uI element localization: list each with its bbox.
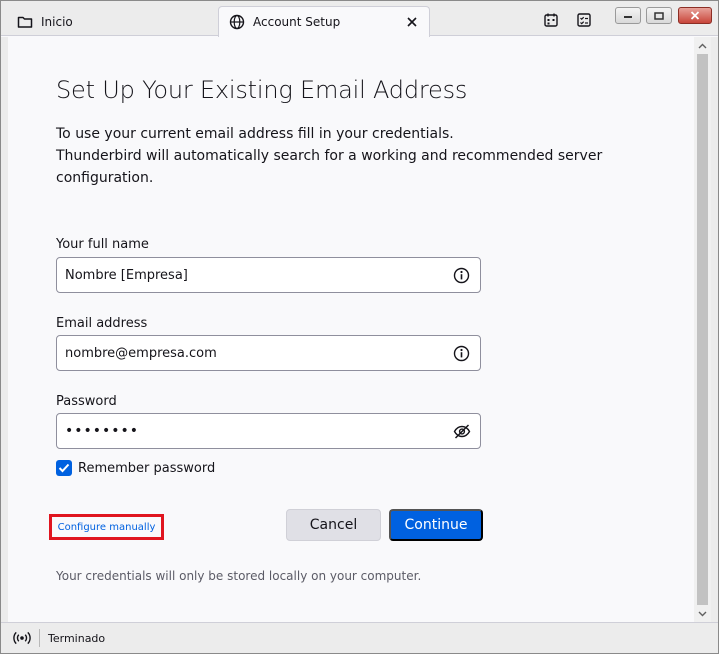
intro-line: To use your current email address fill i…: [56, 126, 454, 142]
password-label: Password: [56, 394, 117, 409]
page-title: Set Up Your Existing Email Address: [56, 76, 468, 104]
window-frame-right: [711, 37, 718, 622]
folder-icon: [17, 14, 33, 30]
close-tab-icon[interactable]: [405, 15, 419, 29]
configure-manually-link[interactable]: Configure manually: [49, 514, 164, 540]
tab-inicio[interactable]: Inicio: [7, 6, 207, 37]
status-divider: [39, 629, 40, 647]
continue-button[interactable]: Continue: [389, 509, 483, 541]
remember-password-checkbox[interactable]: [56, 460, 72, 476]
intro-line: configuration.: [56, 170, 154, 186]
email-input[interactable]: nombre@empresa.com: [56, 335, 481, 371]
calendar-icon[interactable]: [543, 12, 559, 28]
info-icon[interactable]: [453, 345, 470, 362]
full-name-label: Your full name: [56, 237, 149, 252]
password-input[interactable]: ••••••••: [56, 413, 481, 449]
eye-slash-icon[interactable]: [453, 423, 471, 440]
scroll-down-icon[interactable]: [694, 605, 711, 622]
remember-password-label: Remember password: [78, 460, 216, 476]
scrollbar-thumb[interactable]: [697, 54, 708, 605]
email-value: nombre@empresa.com: [65, 345, 217, 361]
email-label: Email address: [56, 316, 148, 331]
tab-label: Inicio: [41, 14, 73, 29]
globe-icon: [229, 14, 245, 30]
tasks-icon[interactable]: [576, 12, 592, 28]
credentials-note: Your credentials will only be stored loc…: [56, 569, 422, 583]
remember-password-row[interactable]: Remember password: [56, 460, 215, 476]
configure-manually-label: Configure manually: [57, 521, 156, 533]
password-value: ••••••••: [65, 423, 140, 439]
scroll-up-icon[interactable]: [694, 37, 711, 54]
online-status-icon[interactable]: [13, 631, 31, 645]
vertical-scrollbar[interactable]: [694, 37, 711, 622]
full-name-value: Nombre [Empresa]: [65, 267, 188, 283]
tab-account-setup[interactable]: Account Setup: [218, 6, 430, 37]
intro-line: Thunderbird will automatically search fo…: [56, 148, 603, 164]
window-frame-left: [1, 37, 8, 622]
tab-label: Account Setup: [253, 15, 341, 29]
info-icon[interactable]: [453, 267, 470, 284]
account-setup-page: Set Up Your Existing Email Address To us…: [8, 37, 694, 622]
tab-bar: Inicio Account Setup: [1, 1, 718, 37]
cancel-button[interactable]: Cancel: [286, 509, 381, 541]
status-bar: Terminado: [1, 622, 718, 653]
maximize-button[interactable]: [646, 7, 672, 24]
intro-text: To use your current email address fill i…: [56, 123, 616, 189]
minimize-button[interactable]: [615, 7, 641, 24]
status-text: Terminado: [48, 631, 106, 645]
full-name-input[interactable]: Nombre [Empresa]: [56, 257, 481, 293]
close-window-button[interactable]: [678, 7, 712, 24]
